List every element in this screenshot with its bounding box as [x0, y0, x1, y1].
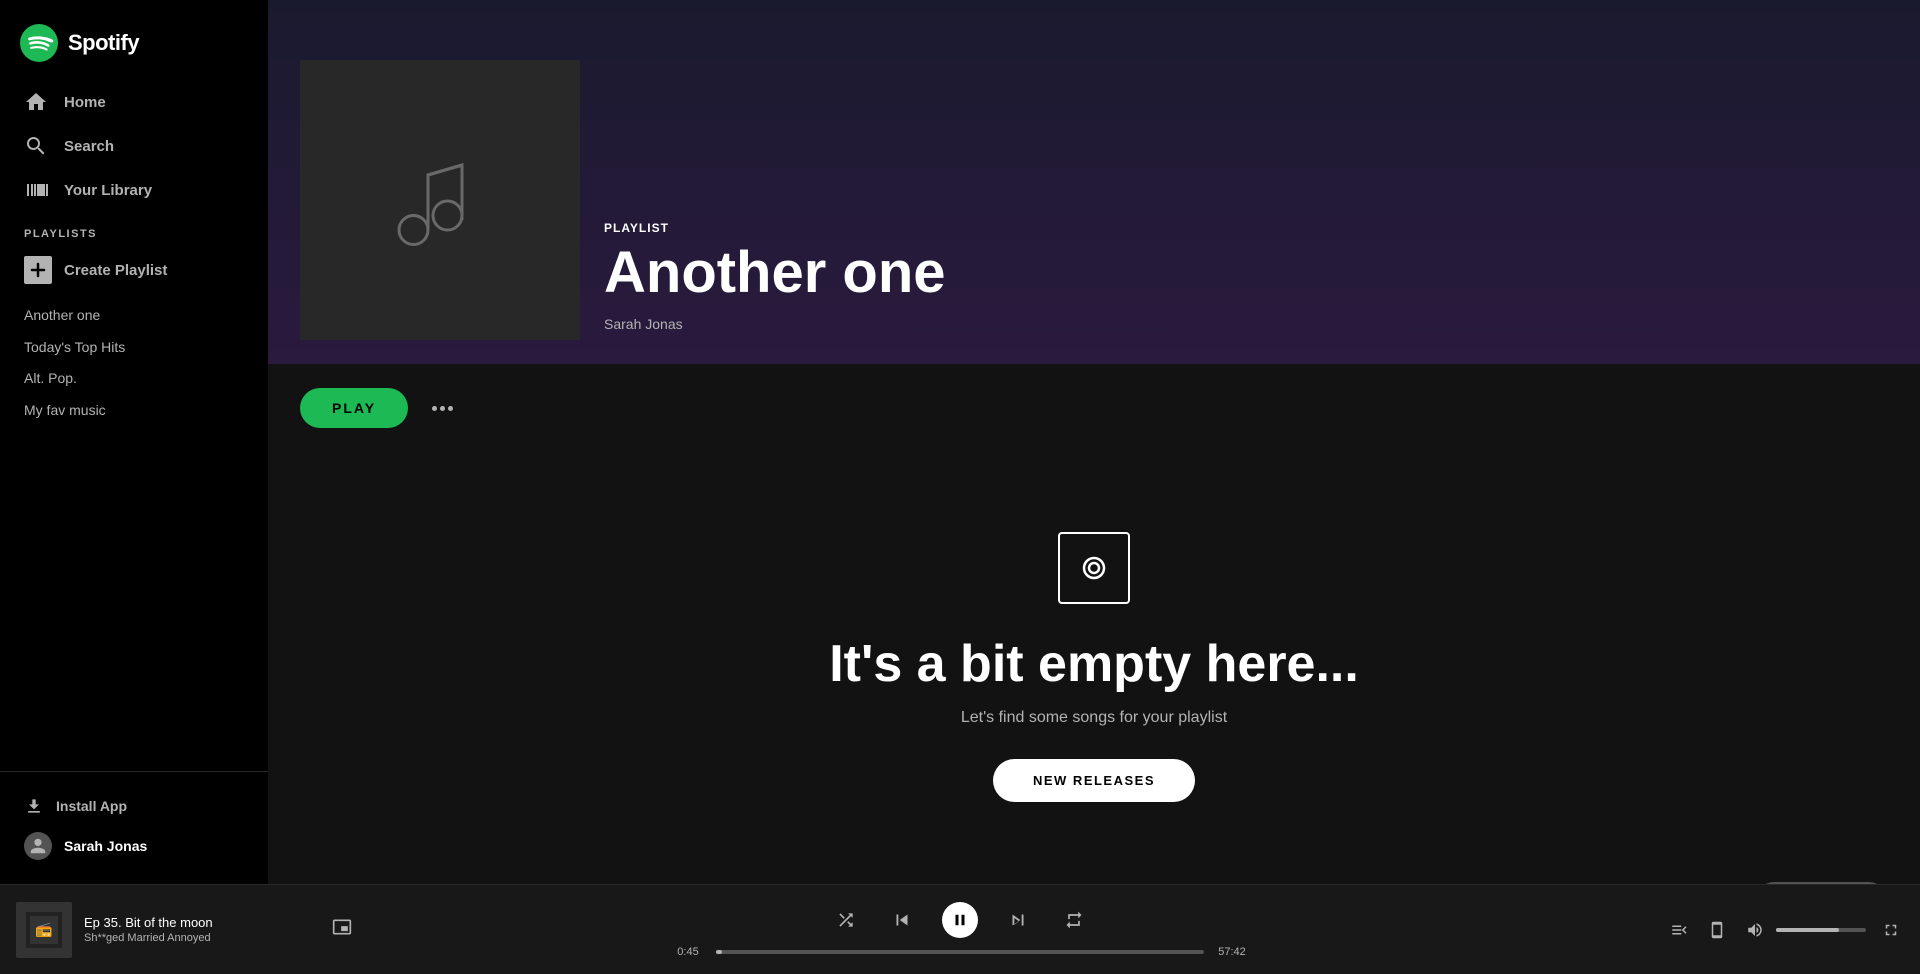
sidebar-item-home[interactable]: Home [8, 80, 260, 124]
pause-button[interactable] [942, 902, 978, 938]
player-track-info: Ep 35. Bit of the moon Sh**ged Married A… [84, 915, 316, 944]
progress-bar-fill [716, 950, 722, 954]
player-bar: 📻 Ep 35. Bit of the moon Sh**ged Married… [0, 884, 1920, 974]
sidebar-bottom: Install App Sarah Jonas [0, 771, 268, 884]
volume-icon[interactable] [1742, 917, 1768, 943]
player-controls [830, 902, 1090, 938]
playlist-art [300, 60, 580, 340]
main-content: PLAYLIST Another one Sarah Jonas PLAY It… [268, 0, 1920, 884]
devices-button[interactable] [1704, 917, 1730, 943]
playlist-info: PLAYLIST Another one Sarah Jonas [604, 221, 946, 340]
repeat-button[interactable] [1058, 904, 1090, 936]
list-item[interactable]: Alt. Pop. [24, 363, 244, 395]
plus-icon [24, 256, 52, 284]
sidebar-nav: Home Search Your Library [0, 80, 268, 212]
download-icon [24, 796, 44, 816]
user-profile[interactable]: Sarah Jonas [24, 824, 244, 868]
dot-icon [440, 406, 445, 411]
install-app-label: Install App [56, 798, 127, 814]
create-playlist-button[interactable]: Create Playlist [8, 248, 260, 292]
playlist-type-label: PLAYLIST [604, 221, 946, 235]
more-options-button[interactable] [424, 398, 461, 419]
shuffle-button[interactable] [830, 904, 862, 936]
spotify-wordmark: Spotify [68, 30, 139, 56]
sidebar-item-library[interactable]: Your Library [8, 168, 260, 212]
home-icon [24, 90, 48, 114]
progress-bar[interactable] [716, 950, 1204, 954]
recommended-header: Recommended Songs ▲ REFRESH [300, 882, 1888, 884]
list-item[interactable]: Today's Top Hits [24, 332, 244, 364]
new-releases-button[interactable]: NEW RELEASES [993, 759, 1195, 802]
music-note-icon [380, 140, 500, 260]
list-item[interactable]: Another one [24, 300, 244, 332]
volume-bar[interactable] [1776, 928, 1866, 932]
album-art-image: 📻 [26, 912, 62, 948]
player-right [1564, 917, 1904, 943]
volume-bar-fill [1776, 928, 1839, 932]
player-center: 0:45 57:42 [356, 902, 1564, 958]
search-icon [24, 134, 48, 158]
playlist-owner: Sarah Jonas [604, 316, 946, 332]
dot-icon [432, 406, 437, 411]
time-total: 57:42 [1214, 946, 1250, 958]
play-button[interactable]: PLAY [300, 388, 408, 428]
pip-icon[interactable] [328, 913, 356, 946]
logo-area[interactable]: Spotify [0, 0, 268, 80]
player-album-art: 📻 [16, 902, 72, 958]
player-left: 📻 Ep 35. Bit of the moon Sh**ged Married… [16, 902, 356, 958]
home-label: Home [64, 94, 106, 111]
playlists-section-label: PLAYLISTS [0, 212, 268, 248]
library-label: Your Library [64, 182, 152, 199]
playlist-actions: PLAY [268, 364, 1920, 452]
empty-state: It's a bit empty here... Let's find some… [268, 452, 1920, 882]
user-avatar [24, 832, 52, 860]
create-playlist-label: Create Playlist [64, 262, 167, 279]
fullscreen-button[interactable] [1878, 917, 1904, 943]
search-label: Search [64, 138, 114, 155]
progress-area: 0:45 57:42 [670, 946, 1250, 958]
library-icon [24, 178, 48, 202]
player-track-artist: Sh**ged Married Annoyed [84, 932, 316, 944]
empty-state-subtitle: Let's find some songs for your playlist [961, 709, 1227, 727]
sidebar-item-search[interactable]: Search [8, 124, 260, 168]
sidebar: Spotify Home Search Your Library [0, 0, 268, 884]
refresh-button[interactable]: REFRESH [1755, 882, 1888, 884]
time-current: 0:45 [670, 946, 706, 958]
dot-icon [448, 406, 453, 411]
list-item[interactable]: My fav music [24, 395, 244, 427]
player-track-title: Ep 35. Bit of the moon [84, 915, 316, 930]
camera-icon [1058, 532, 1130, 604]
playlist-header: PLAYLIST Another one Sarah Jonas [268, 0, 1920, 364]
user-name: Sarah Jonas [64, 838, 147, 854]
spotify-logo-icon [20, 24, 58, 62]
install-app-button[interactable]: Install App [24, 788, 244, 824]
volume-area [1742, 917, 1866, 943]
empty-state-title: It's a bit empty here... [829, 636, 1359, 693]
svg-text:📻: 📻 [35, 921, 52, 938]
recommended-section: Recommended Songs ▲ REFRESH Based on the… [268, 882, 1920, 884]
previous-button[interactable] [886, 904, 918, 936]
playlist-title: Another one [604, 243, 946, 304]
playlist-list: Another one Today's Top Hits Alt. Pop. M… [0, 292, 268, 771]
lyrics-button[interactable] [1666, 917, 1692, 943]
next-button[interactable] [1002, 904, 1034, 936]
